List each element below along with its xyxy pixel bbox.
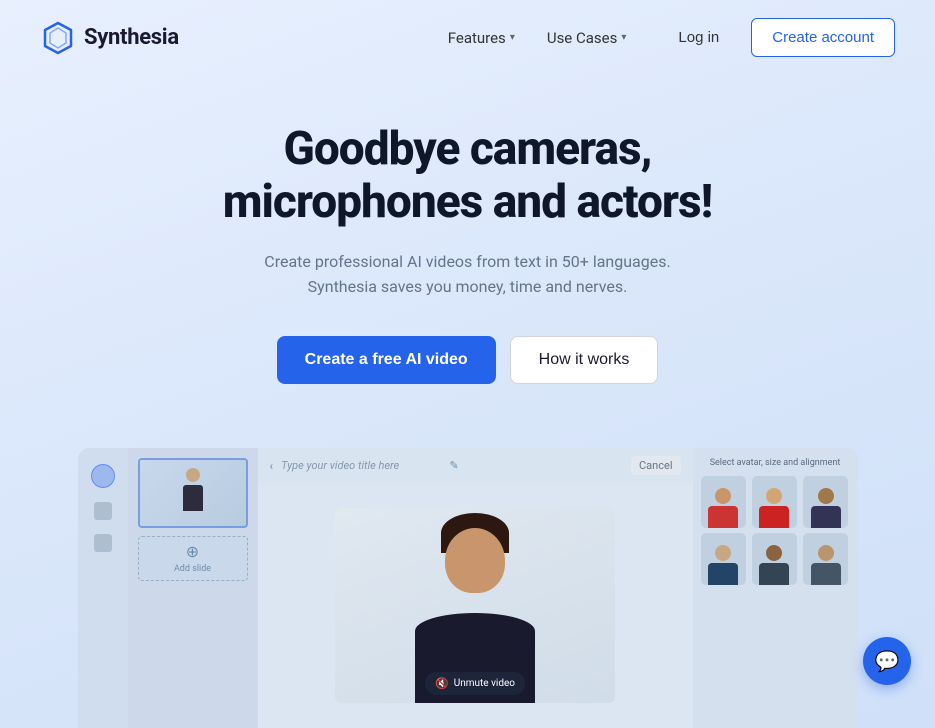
presenter-head xyxy=(445,528,505,593)
cta-primary-button[interactable]: Create a free AI video xyxy=(277,336,496,384)
hero-subtitle-line1: Create professional AI videos from text … xyxy=(264,252,670,271)
preview-video-area: 🔇 Unmute video xyxy=(258,484,693,728)
avatar-jonathan-head xyxy=(766,545,782,561)
hero-title-line1: Goodbye cameras, xyxy=(284,122,652,176)
hero-title: Goodbye cameras, microphones and actors! xyxy=(20,123,915,229)
avatar-jonathan-body xyxy=(759,563,789,585)
slide-avatar-head xyxy=(186,468,200,482)
avatar-mia-head xyxy=(766,488,782,504)
hero-title-line2: microphones and actors! xyxy=(223,175,712,229)
avatar-card-anna[interactable]: Anna xyxy=(701,476,746,528)
slide-thumbnail-1[interactable] xyxy=(138,458,248,528)
preview-slides: ⊕ Add slide xyxy=(128,448,258,728)
avatar-vincent-body xyxy=(811,506,841,528)
logo[interactable]: Synthesia xyxy=(40,20,179,56)
nav-actions: Log in Create account xyxy=(658,18,895,57)
avatar-card-vincent[interactable]: Vincent xyxy=(803,476,848,528)
preview-avatars: Select avatar, size and alignment Anna M xyxy=(693,448,858,728)
chat-icon: 💬 xyxy=(875,649,900,673)
use-cases-label: Use Cases xyxy=(547,29,618,47)
preview-main: ‹ Type your video title here ✎ Cancel 🔇 xyxy=(258,448,693,728)
avatar-card-gloria[interactable]: Gloria xyxy=(701,533,746,585)
add-slide-button[interactable]: ⊕ Add slide xyxy=(138,536,248,581)
avatar-grid: Anna Mia Vincent xyxy=(701,476,850,585)
nav-links: Features ▾ Use Cases ▾ xyxy=(448,29,627,47)
preview-topbar: ‹ Type your video title here ✎ Cancel xyxy=(258,448,693,484)
avatar-extra-body xyxy=(811,563,841,585)
hero-section: Goodbye cameras, microphones and actors!… xyxy=(0,75,935,448)
preview-sidebar xyxy=(78,448,128,728)
avatar-anna-head xyxy=(715,488,731,504)
hero-subtitle-line2: Synthesia saves you money, time and nerv… xyxy=(308,277,628,296)
sidebar-play-icon[interactable] xyxy=(94,502,112,520)
create-account-button[interactable]: Create account xyxy=(751,18,895,57)
app-preview-wrapper: ⊕ Add slide ‹ Type your video title here… xyxy=(0,448,935,728)
avatars-panel-title: Select avatar, size and alignment xyxy=(701,458,850,468)
app-preview: ⊕ Add slide ‹ Type your video title here… xyxy=(78,448,858,728)
sidebar-logo-icon xyxy=(91,464,115,488)
avatar-mia-body xyxy=(759,506,789,528)
features-chevron: ▾ xyxy=(510,32,515,43)
unmute-badge[interactable]: 🔇 Unmute video xyxy=(425,672,525,695)
hero-buttons: Create a free AI video How it works xyxy=(20,336,915,384)
avatar-vincent-head xyxy=(818,488,834,504)
avatar-gloria-head xyxy=(715,545,731,561)
logo-icon xyxy=(40,20,76,56)
sidebar-avatar-icon[interactable] xyxy=(94,534,112,552)
topbar-cancel-button[interactable]: Cancel xyxy=(631,456,680,475)
use-cases-chevron: ▾ xyxy=(621,32,626,43)
avatar-gloria-body xyxy=(708,563,738,585)
avatar-card-extra[interactable]: ··· xyxy=(803,533,848,585)
navbar: Synthesia Features ▾ Use Cases ▾ Log in … xyxy=(0,0,935,75)
avatar-card-jonathan[interactable]: Jonathan xyxy=(752,533,797,585)
topbar-edit-icon[interactable]: ✎ xyxy=(449,459,458,472)
speaker-icon: 🔇 xyxy=(435,677,449,690)
login-button[interactable]: Log in xyxy=(658,19,739,56)
slide-avatar-body xyxy=(183,485,203,511)
slide-avatar xyxy=(179,468,207,518)
add-slide-plus-icon: ⊕ xyxy=(186,542,199,561)
video-frame: 🔇 Unmute video xyxy=(335,508,615,703)
add-slide-label: Add slide xyxy=(174,564,211,574)
avatar-extra-head xyxy=(818,545,834,561)
topbar-back-icon[interactable]: ‹ xyxy=(270,459,274,473)
hero-subtitle: Create professional AI videos from text … xyxy=(20,249,915,300)
topbar-title[interactable]: Type your video title here xyxy=(281,459,437,472)
chat-button[interactable]: 💬 xyxy=(863,637,911,685)
nav-features[interactable]: Features ▾ xyxy=(448,29,515,47)
features-label: Features xyxy=(448,29,506,47)
cta-secondary-button[interactable]: How it works xyxy=(510,336,659,384)
logo-text: Synthesia xyxy=(84,25,179,50)
unmute-label: Unmute video xyxy=(454,678,515,689)
avatar-card-mia[interactable]: Mia xyxy=(752,476,797,528)
avatar-anna-body xyxy=(708,506,738,528)
nav-use-cases[interactable]: Use Cases ▾ xyxy=(547,29,627,47)
